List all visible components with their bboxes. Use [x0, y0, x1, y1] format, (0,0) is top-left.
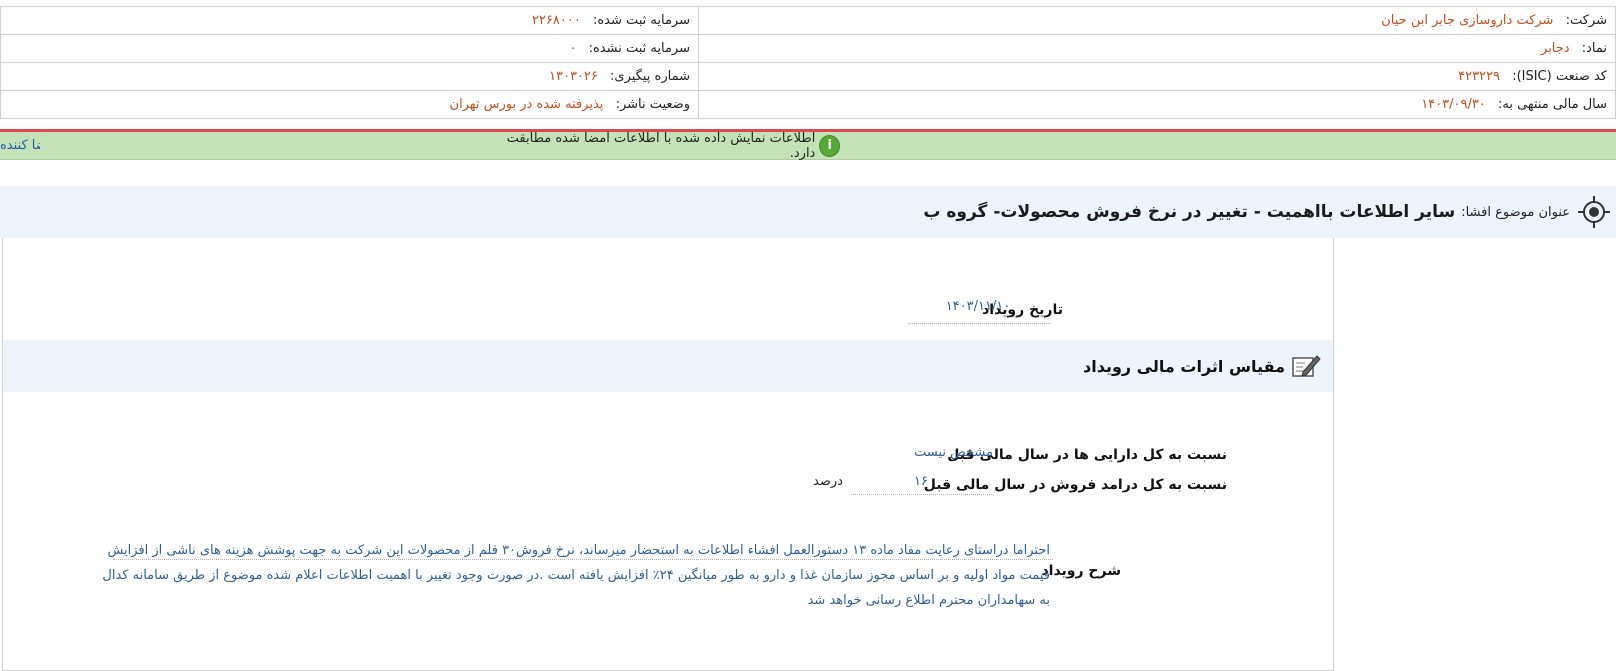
- description-text: احتراما دراستای رعایت مفاد ماده ۱۳ دستور…: [102, 543, 1050, 608]
- event-details-panel: تاریخ رویداد ۱۴۰۳/۱۱/۱۰ مقیاس اثرات مالی…: [2, 238, 1334, 671]
- unregistered-capital-label: سرمایه ثبت نشده:: [588, 41, 690, 56]
- company-value: شرکت داروسازی جابر ابن حیان: [1381, 13, 1554, 28]
- company-info-table: شرکت: شرکت داروسازی جابر ابن حیان سرمایه…: [0, 6, 1616, 119]
- event-date-value: ۱۴۰۳/۱۱/۱۰: [945, 299, 1011, 314]
- isic-value: ۴۲۳۲۲۹: [1458, 69, 1501, 84]
- revenue-ratio-unit: درصد: [813, 474, 843, 489]
- registered-capital-value: ۲۲۶۸۰۰۰: [531, 13, 581, 28]
- symbol-value: دجابر: [1541, 41, 1570, 56]
- financial-effects-bar: مقیاس اثرات مالی رویداد: [3, 340, 1333, 392]
- disclosure-subject-bar: عنوان موضوع افشا: سایر اطلاعات بااهمیت -…: [0, 186, 1616, 238]
- verification-notice: i اطلاعات نمایش داده شده با اطلاعات امضا…: [0, 130, 1616, 161]
- event-date-underline: [908, 323, 1051, 324]
- signer-link[interactable]: امضا کننده: [0, 132, 40, 159]
- isic-label: کد صنعت (ISIC):: [1512, 69, 1607, 84]
- fiscal-year-label: سال مالی منتهی به:: [1497, 97, 1607, 112]
- tracking-label: شماره پیگیری:: [610, 69, 690, 84]
- publisher-status-label: وضعیت ناشر:: [615, 97, 690, 112]
- registered-capital-label: سرمایه ثبت شده:: [592, 13, 690, 28]
- subject-title: سایر اطلاعات بااهمیت - تغییر در نرخ فروش…: [923, 202, 1456, 222]
- description-label: شرح رویداد: [1041, 563, 1121, 579]
- target-icon: [1578, 196, 1610, 228]
- info-row-symbol: نماد: دجابر سرمایه ثبت نشده: ۰: [0, 34, 1616, 63]
- info-row-isic: کد صنعت (ISIC): ۴۲۳۲۲۹ شماره پیگیری: ۱۳۰…: [0, 62, 1616, 91]
- revenue-ratio-value: ۱۶: [914, 474, 928, 489]
- revenue-ratio-underline: [851, 494, 994, 495]
- info-icon: i: [819, 134, 840, 157]
- assets-ratio-value: مشخص نیست: [914, 445, 993, 460]
- subject-label: عنوان موضوع افشا:: [1461, 204, 1570, 220]
- fiscal-year-value: ۱۴۰۳/۰۹/۳۰: [1421, 97, 1486, 112]
- publisher-status-value: پذیرفته شده در بورس تهران: [449, 97, 604, 112]
- company-label: شرکت:: [1565, 13, 1607, 28]
- symbol-label: نماد:: [1581, 41, 1607, 56]
- unregistered-capital-value: ۰: [569, 41, 577, 56]
- notice-message-container: i اطلاعات نمایش داده شده با اطلاعات امضا…: [500, 130, 840, 161]
- notice-message: اطلاعات نمایش داده شده با اطلاعات امضا ش…: [506, 130, 816, 161]
- financial-effects-title: مقیاس اثرات مالی رویداد: [1083, 356, 1285, 376]
- tracking-value: ۱۳۰۳۰۲۶: [549, 69, 598, 84]
- info-row-fiscal-year: سال مالی منتهی به: ۱۴۰۳/۰۹/۳۰ وضعیت ناشر…: [0, 90, 1616, 119]
- info-row-company: شرکت: شرکت داروسازی جابر ابن حیان سرمایه…: [0, 6, 1616, 35]
- edit-icon: [1292, 355, 1321, 377]
